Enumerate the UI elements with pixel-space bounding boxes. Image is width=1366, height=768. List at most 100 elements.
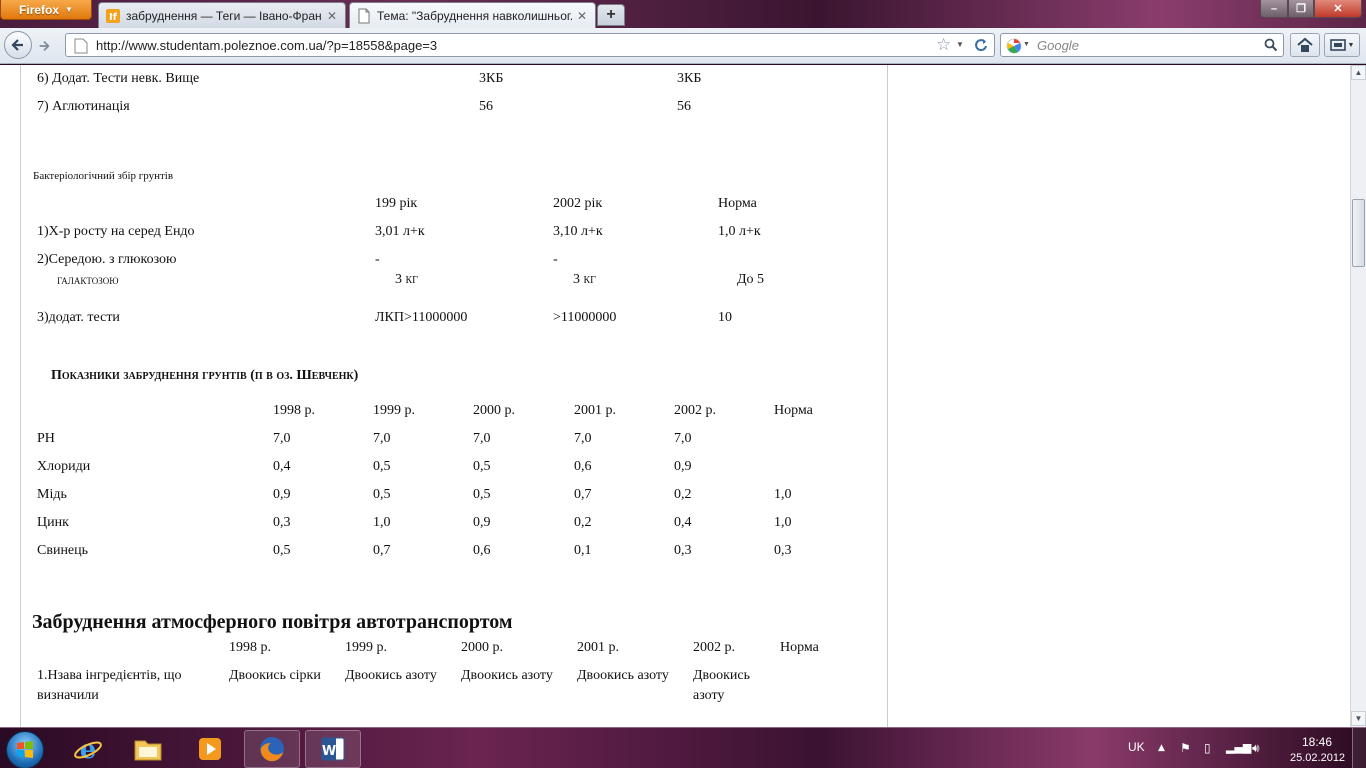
taskbar-firefox[interactable]: [244, 730, 300, 768]
table-cell: азоту: [693, 688, 725, 703]
tests-row-label: 7) Аглютинація: [37, 99, 130, 114]
internet-explorer-icon: e: [74, 735, 102, 764]
reload-icon[interactable]: [974, 38, 988, 52]
address-bar[interactable]: http://www.studentam.poleznoe.com.ua/?p=…: [65, 33, 995, 57]
table-cell: 0,6: [473, 543, 491, 558]
table-cell: 3,10 л+к: [553, 224, 603, 239]
bookmark-star-icon[interactable]: ☆: [936, 35, 951, 55]
firefox-menu-label: Firefox: [19, 2, 60, 17]
column-header: 1998 р.: [229, 640, 271, 655]
table-cell: Двоокись: [693, 668, 750, 683]
table-cell: -: [375, 252, 380, 267]
table-cell: 0,9: [273, 487, 291, 502]
table-cell: 0,3: [674, 543, 692, 558]
close-tab-icon[interactable]: ✕: [327, 9, 337, 23]
home-button[interactable]: [1290, 33, 1320, 57]
table-title: Показники забруднення грунтів (п в оз. Ш…: [51, 368, 359, 383]
back-button[interactable]: [4, 31, 32, 59]
tab-tags[interactable]: If забруднення — Теги — Івано-Фран... ✕: [98, 2, 346, 28]
column-header: 1999 р.: [373, 403, 415, 418]
svg-text:e: e: [80, 735, 97, 764]
column-header: 1998 р.: [273, 403, 315, 418]
search-input[interactable]: ▼ Google: [1000, 33, 1284, 57]
arrow-right-icon: [39, 41, 50, 51]
row-label: Цинк: [37, 515, 69, 530]
minimize-button[interactable]: –: [1260, 0, 1288, 18]
forward-button[interactable]: [34, 36, 54, 56]
volume-icon[interactable]: 🔊︎: [1252, 741, 1260, 756]
vertical-scrollbar[interactable]: ▲ ▼: [1350, 65, 1366, 727]
start-button[interactable]: [6, 731, 44, 768]
firefox-menu-button[interactable]: Firefox ▼: [0, 0, 92, 20]
row-label: Мідь: [37, 487, 67, 502]
table-cell: 0,5: [473, 487, 491, 502]
google-icon: [1006, 38, 1022, 54]
addons-button[interactable]: ▼: [1324, 33, 1360, 57]
table-cell: 1,0: [774, 515, 792, 530]
table-cell: 0,3: [273, 515, 291, 530]
table-cell: 1,0: [774, 487, 792, 502]
table-cell: 0,1: [574, 543, 592, 558]
column-header: 2002 р.: [693, 640, 735, 655]
column-header: 2002 рік: [553, 196, 603, 211]
table-cell: 3 кг: [395, 272, 418, 287]
row-label: Свинець: [37, 543, 89, 558]
table-cell: 0,3: [774, 543, 792, 558]
language-indicator[interactable]: UK: [1128, 740, 1145, 754]
table-cell: 7,0: [373, 431, 391, 446]
row-label: визначили: [37, 688, 99, 703]
action-center-flag-icon[interactable]: ⚑: [1180, 741, 1191, 755]
article-column: 5) ... 6) Додат. Тести невк. Вище 3КБ 3К…: [20, 65, 888, 727]
table-cell: >11000000: [553, 310, 617, 325]
row-label: галактозою: [57, 272, 119, 287]
table-cell: 7,0: [273, 431, 291, 446]
column-header: 2000 р.: [473, 403, 515, 418]
taskbar-windows-explorer[interactable]: [120, 730, 176, 768]
column-header: 199 рік: [375, 196, 418, 211]
column-header: 2002 р.: [674, 403, 716, 418]
table-cell: Двоокись азоту: [461, 668, 553, 683]
taskbar-media-player[interactable]: [182, 730, 238, 768]
scroll-down-button[interactable]: ▼: [1351, 711, 1366, 726]
search-icon[interactable]: [1264, 38, 1278, 52]
folder-icon: [134, 740, 162, 761]
table-cell: 3,01 л+к: [375, 224, 425, 239]
close-window-button[interactable]: ✕: [1314, 0, 1362, 18]
taskbar-internet-explorer[interactable]: e: [60, 730, 116, 768]
chevron-down-icon: ▼: [65, 5, 73, 14]
arrow-left-icon: [11, 39, 23, 51]
table-cell: -: [553, 252, 558, 267]
scroll-up-button[interactable]: ▲: [1351, 65, 1366, 80]
taskbar-word[interactable]: W: [305, 730, 361, 768]
column-header: Норма: [774, 403, 813, 418]
column-header: Норма: [780, 640, 819, 655]
show-desktop-button[interactable]: [1352, 728, 1366, 768]
devices-icon[interactable]: ▯: [1204, 741, 1211, 755]
home-icon: [1297, 37, 1313, 52]
column-header: 2001 р.: [574, 403, 616, 418]
table-cell: 0,5: [373, 487, 391, 502]
table-cell: 0,6: [574, 459, 592, 474]
close-tab-icon[interactable]: ✕: [577, 9, 587, 23]
chevron-down-icon: ▼: [1347, 41, 1355, 49]
table-cell: 0,4: [273, 459, 291, 474]
maximize-button[interactable]: ❐: [1288, 0, 1314, 18]
network-signal-icon[interactable]: ▂▄▆: [1226, 741, 1251, 754]
clock[interactable]: 18:46 25.02.2012: [1290, 734, 1345, 766]
tab-title: забруднення — Теги — Івано-Фран...: [126, 8, 322, 23]
chevron-down-icon[interactable]: ▼: [1023, 41, 1030, 48]
table-cell: 0,4: [674, 515, 692, 530]
media-player-icon: [199, 738, 221, 760]
table-cell: 0,7: [574, 487, 592, 502]
site-favicon-icon: If: [106, 8, 120, 23]
column-header: 1999 р.: [345, 640, 387, 655]
chevron-down-icon[interactable]: ▼: [956, 40, 964, 49]
table-cell: 1,0: [373, 515, 391, 530]
show-hidden-icons-icon[interactable]: ▲: [1158, 743, 1165, 753]
new-tab-button[interactable]: +: [597, 4, 625, 26]
scroll-thumb[interactable]: [1352, 199, 1365, 267]
tab-current-topic[interactable]: Тема: "Забруднення навколишньог... ✕: [349, 2, 596, 28]
table-cell: 0,9: [473, 515, 491, 530]
table-cell: 0,2: [674, 487, 692, 502]
row-label: 1)Х-р росту на серед Ендо: [37, 224, 195, 239]
